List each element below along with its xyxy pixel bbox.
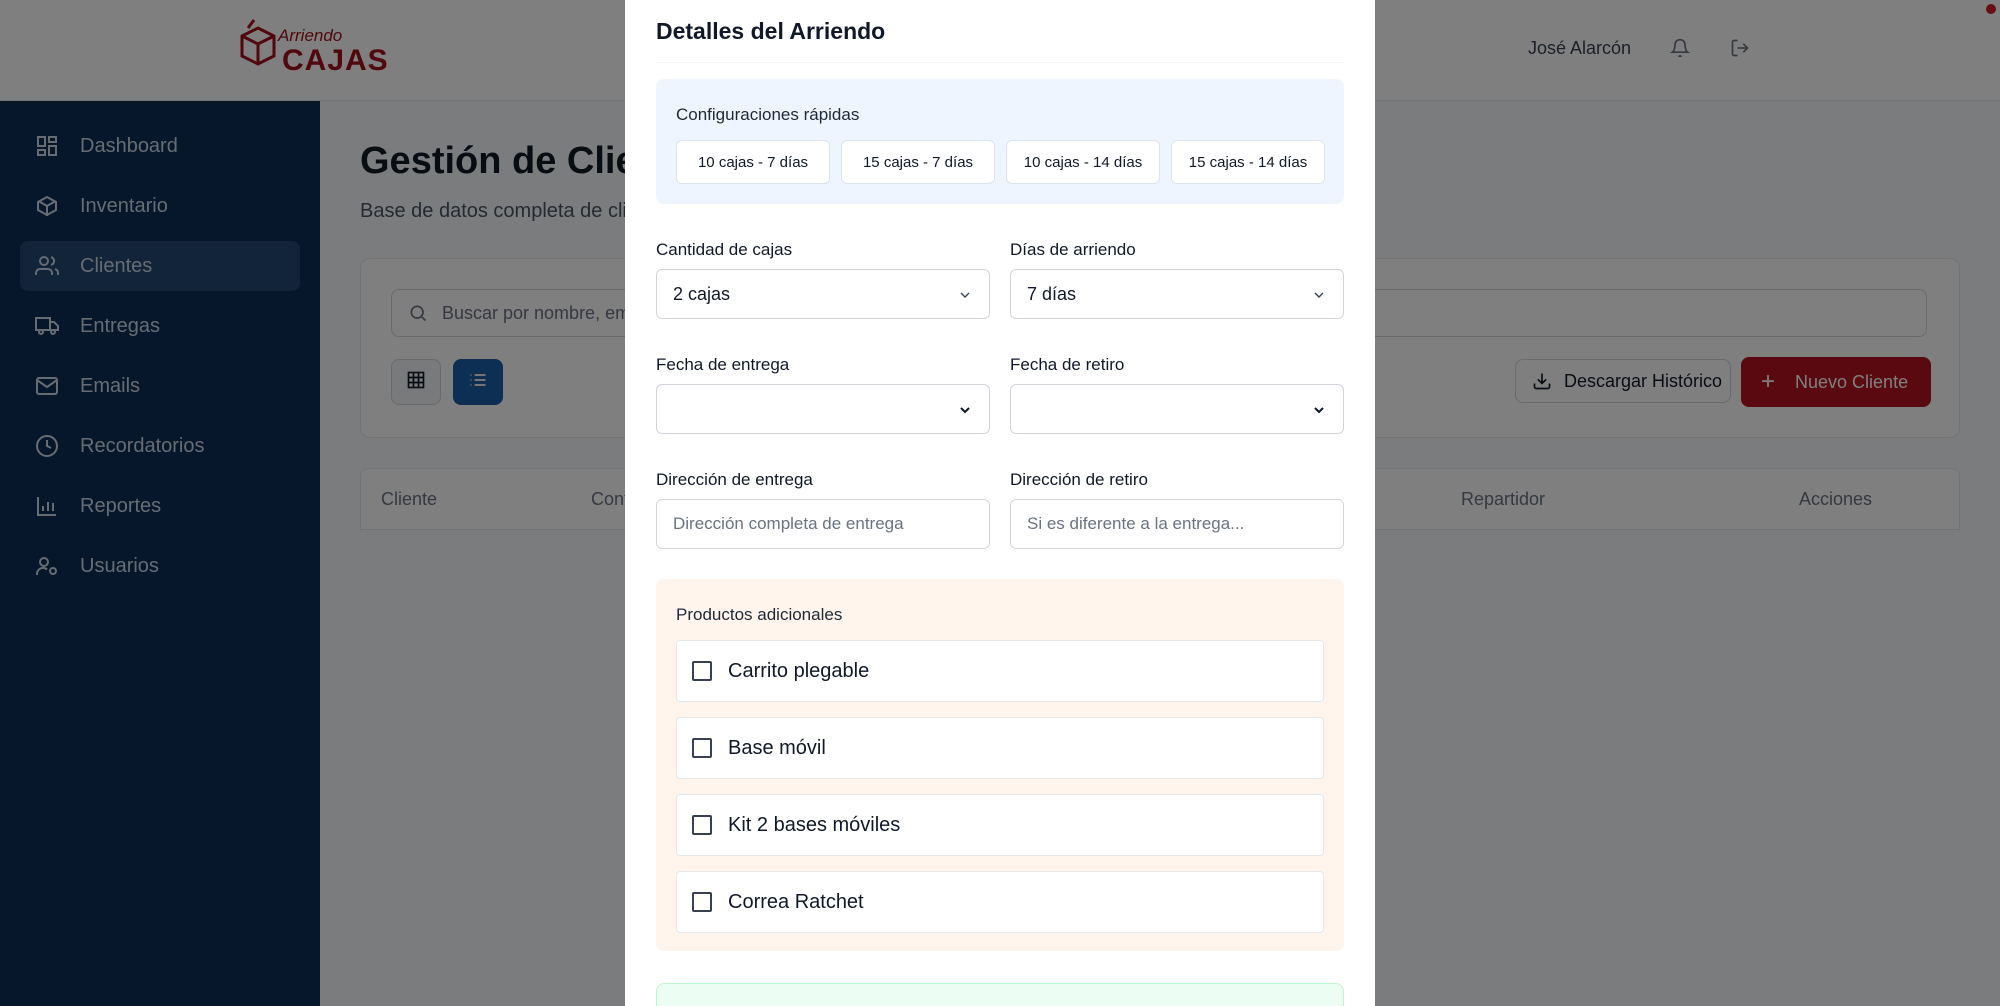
pickup-date-label: Fecha de retiro	[1010, 355, 1125, 374]
chevron-down-icon	[957, 402, 973, 418]
quick-config-title: Configuraciones rápidas	[676, 105, 860, 124]
chevron-down-icon	[1311, 287, 1327, 303]
delivery-address-placeholder: Dirección completa de entrega	[673, 514, 904, 533]
delivery-date-select[interactable]	[656, 384, 990, 434]
additional-products-panel: Productos adicionales Carrito plegable B…	[656, 579, 1344, 951]
product-option-kit[interactable]: Kit 2 bases móviles	[676, 794, 1324, 856]
days-select[interactable]: 7 días	[1010, 269, 1344, 319]
pickup-date-select[interactable]	[1010, 384, 1344, 434]
rental-details-modal: Detalles del Arriendo Configuraciones rá…	[625, 0, 1375, 1006]
product-label: Correa Ratchet	[728, 890, 864, 913]
checkbox[interactable]	[692, 815, 712, 835]
product-option-correa[interactable]: Correa Ratchet	[676, 871, 1324, 933]
chevron-down-icon	[957, 287, 973, 303]
quick-config-button[interactable]: 15 cajas - 14 días	[1171, 140, 1325, 184]
product-label: Carrito plegable	[728, 659, 870, 682]
boxes-select[interactable]: 2 cajas	[656, 269, 990, 319]
product-label: Base móvil	[728, 736, 826, 759]
product-option-base[interactable]: Base móvil	[676, 717, 1324, 779]
quick-config-button[interactable]: 15 cajas - 7 días	[841, 140, 995, 184]
delivery-address-input[interactable]: Dirección completa de entrega	[656, 499, 990, 549]
boxes-value: 2 cajas	[673, 283, 731, 304]
boxes-label: Cantidad de cajas	[656, 240, 793, 259]
summary-panel	[656, 983, 1344, 1006]
quick-config-button[interactable]: 10 cajas - 7 días	[676, 140, 830, 184]
quick-config-button[interactable]: 10 cajas - 14 días	[1006, 140, 1160, 184]
divider	[656, 62, 1344, 63]
product-option-carrito[interactable]: Carrito plegable	[676, 640, 1324, 702]
delivery-date-label: Fecha de entrega	[656, 355, 790, 374]
checkbox[interactable]	[692, 892, 712, 912]
pickup-address-label: Dirección de retiro	[1010, 470, 1148, 489]
pickup-address-input[interactable]: Si es diferente a la entrega...	[1010, 499, 1344, 549]
quick-config-panel: Configuraciones rápidas 10 cajas - 7 día…	[656, 79, 1344, 204]
modal-title: Detalles del Arriendo	[656, 18, 886, 44]
delivery-address-label: Dirección de entrega	[656, 470, 813, 489]
additional-products-title: Productos adicionales	[676, 605, 843, 624]
checkbox[interactable]	[692, 661, 712, 681]
chevron-down-icon	[1311, 402, 1327, 418]
checkbox[interactable]	[692, 738, 712, 758]
pickup-address-placeholder: Si es diferente a la entrega...	[1027, 514, 1245, 533]
days-value: 7 días	[1027, 283, 1077, 304]
days-label: Días de arriendo	[1010, 240, 1136, 259]
product-label: Kit 2 bases móviles	[728, 813, 901, 836]
